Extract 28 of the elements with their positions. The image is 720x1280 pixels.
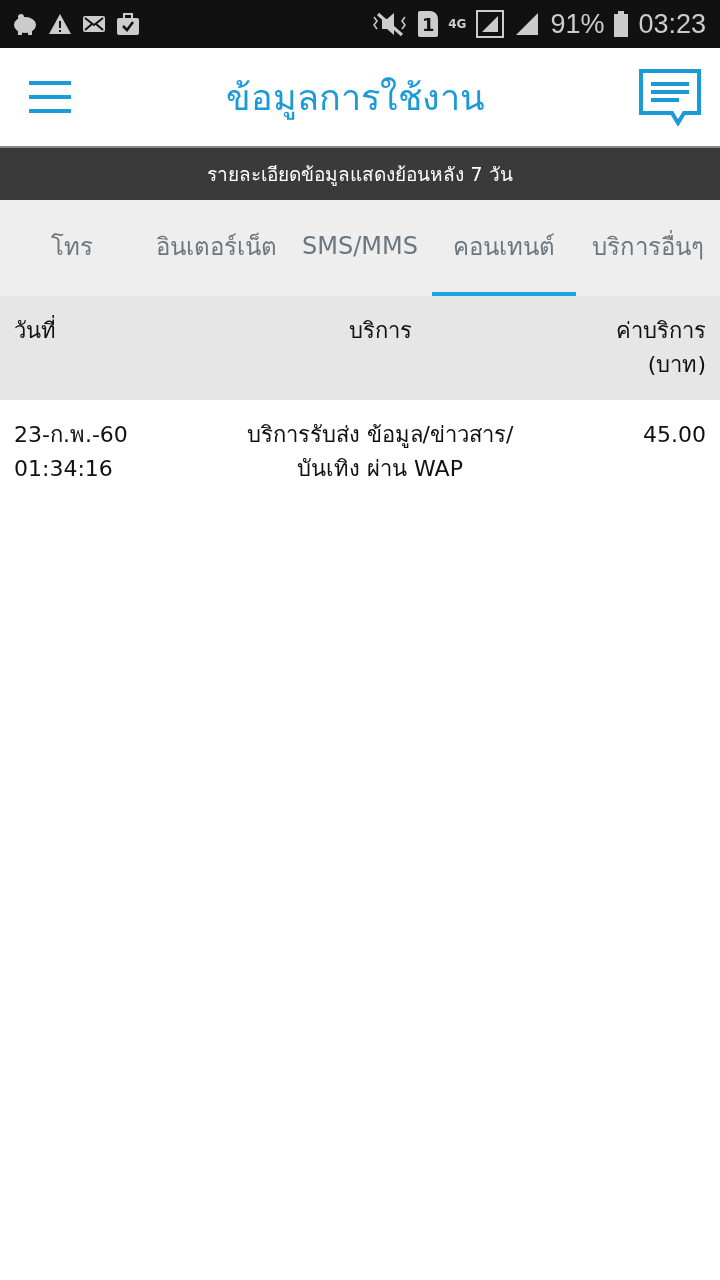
briefcase-check-icon bbox=[116, 12, 140, 36]
notice-bar: รายละเอียดข้อมูลแสดงย้อนหลัง 7 วัน bbox=[0, 146, 720, 200]
menu-icon bbox=[28, 80, 72, 114]
warning-icon bbox=[48, 13, 72, 35]
mute-icon bbox=[372, 11, 409, 37]
table-cell-text: 23-ก.พ.-60 01:34:16 bbox=[14, 421, 129, 483]
battery-percent: 91% bbox=[550, 8, 605, 40]
tab[interactable]: บริการอื่นๆ bbox=[576, 200, 720, 296]
column-header: ค่าบริการ (บาท) bbox=[615, 317, 706, 379]
network-type: 4G bbox=[448, 17, 467, 31]
menu-button[interactable] bbox=[28, 80, 72, 114]
column-header: วันที่ bbox=[14, 314, 214, 382]
table-cell-text: 45.00 bbox=[642, 421, 706, 449]
mail-icon bbox=[82, 14, 106, 34]
clock: 03:23 bbox=[638, 8, 706, 40]
sim-icon: 1 bbox=[418, 11, 439, 37]
table-cell-text: บริการรับส่ง ข้อมูล/ข่าวสาร/ บันเทิง ผ่าน WAP bbox=[245, 421, 515, 483]
tab[interactable]: อินเตอร์เน็ต bbox=[144, 200, 288, 296]
column-header: บริการ bbox=[347, 317, 413, 345]
page-title: ข้อมูลการใช้งาน bbox=[225, 75, 485, 122]
chat-icon bbox=[638, 68, 702, 126]
signal-icon bbox=[514, 11, 541, 37]
piggy-bank-icon bbox=[12, 13, 38, 35]
tab[interactable]: SMS/MMS bbox=[288, 200, 432, 296]
message-button[interactable] bbox=[638, 68, 702, 126]
signal-icon bbox=[476, 10, 505, 38]
battery-icon bbox=[614, 11, 629, 37]
tab[interactable]: โทร bbox=[0, 200, 144, 296]
